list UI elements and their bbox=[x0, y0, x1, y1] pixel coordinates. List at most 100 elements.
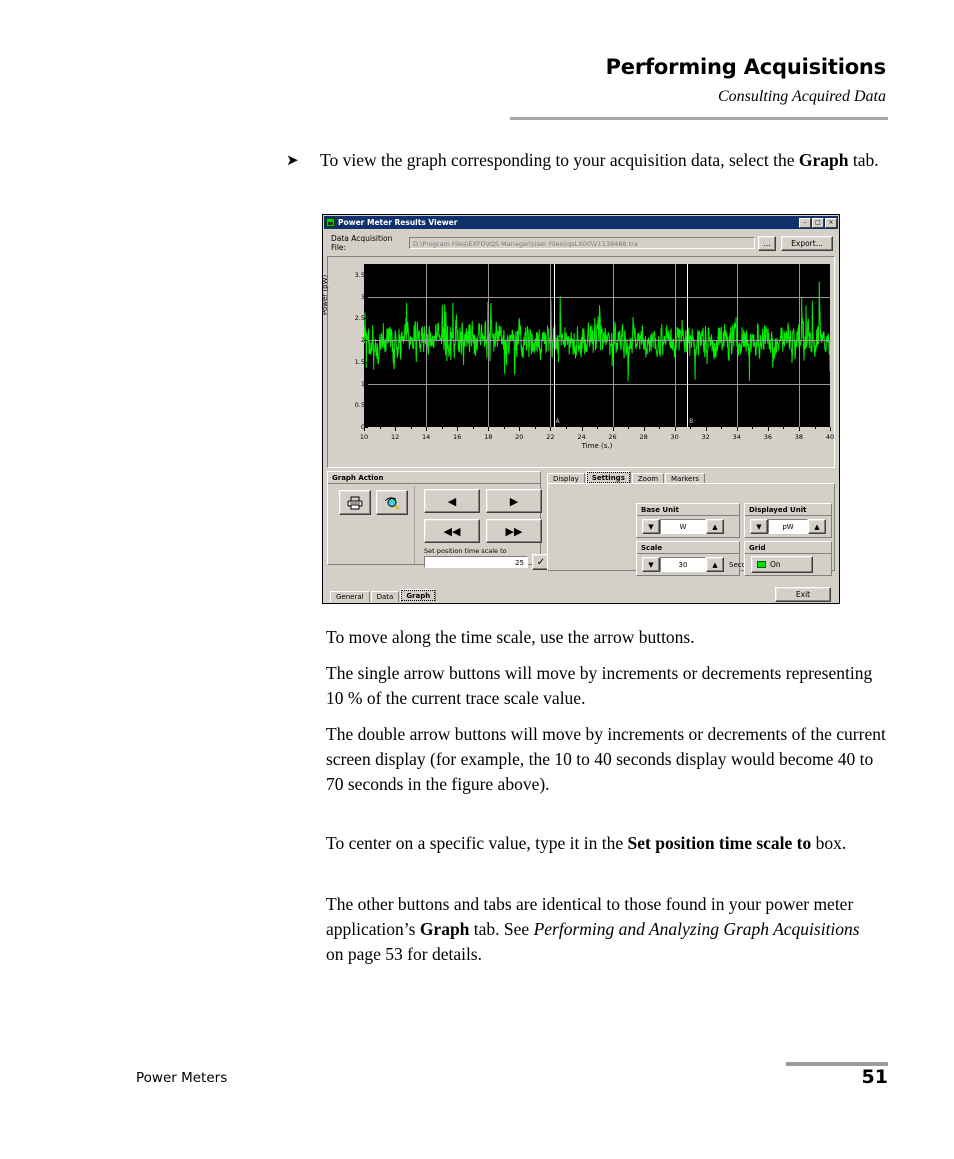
x-axis-tick-label: 28 bbox=[639, 433, 648, 441]
grid-line-vertical bbox=[736, 264, 738, 427]
grid-line-vertical bbox=[426, 264, 428, 427]
scale-spinner: ▼ 30 ▲ Seconds bbox=[642, 557, 758, 572]
step-right-button[interactable]: ▶ bbox=[486, 489, 542, 513]
page-subtitle: Consulting Acquired Data bbox=[718, 88, 886, 105]
step-left-button[interactable]: ◀ bbox=[424, 489, 480, 513]
maximize-button[interactable]: □ bbox=[812, 217, 824, 228]
x-axis-tick-mark bbox=[457, 427, 459, 431]
x-axis-tick-mark bbox=[674, 427, 676, 431]
grid-line-vertical bbox=[674, 264, 676, 427]
displayed-unit-up-button[interactable]: ▲ bbox=[808, 519, 826, 534]
marker-label-b: B bbox=[689, 418, 694, 425]
x-axis-tick-label: 22 bbox=[546, 433, 555, 441]
displayed-unit-value[interactable]: pW bbox=[768, 519, 808, 534]
bottom-tabstrip: General Data Graph bbox=[330, 589, 437, 602]
x-axis-label: Time (s.) bbox=[581, 442, 613, 450]
settings-tab-panel: Base Unit ▼ W ▲ Displayed Unit ▼ pW ▲ Sc… bbox=[547, 483, 835, 576]
page-right-button[interactable]: ▶▶ bbox=[486, 519, 542, 543]
marker-line-a[interactable] bbox=[553, 264, 555, 427]
p5-text-c: on page 53 for details. bbox=[326, 944, 482, 964]
page-header: Performing Acquisitions Consulting Acqui… bbox=[0, 0, 954, 125]
y-axis-tick-mark bbox=[364, 405, 368, 407]
scale-down-button[interactable]: ▼ bbox=[642, 557, 660, 572]
x-axis-tick-mark-minor bbox=[472, 427, 474, 429]
file-path-field[interactable]: D:\Program Files\EXFO\IQS Manager\User F… bbox=[409, 237, 755, 249]
x-axis-tick-mark bbox=[798, 427, 800, 431]
x-axis-tick-mark bbox=[736, 427, 738, 431]
x-axis-tick-mark-minor bbox=[503, 427, 505, 429]
x-axis-tick-mark-minor bbox=[565, 427, 567, 429]
x-axis-tick-label: 18 bbox=[484, 433, 493, 441]
grid-line-vertical bbox=[798, 264, 800, 427]
power-meter-results-viewer-window[interactable]: Power Meter Results Viewer – □ × Data Ac… bbox=[321, 214, 840, 604]
minimize-button[interactable]: – bbox=[799, 217, 811, 228]
x-axis-tick-mark-minor bbox=[659, 427, 661, 429]
grid-title: Grid bbox=[745, 542, 831, 554]
x-axis-tick-mark-minor bbox=[534, 427, 536, 429]
x-axis-tick-mark bbox=[581, 427, 583, 431]
app-icon bbox=[326, 218, 335, 227]
x-axis-tick-mark-minor bbox=[441, 427, 443, 429]
x-axis-tick-label: 12 bbox=[390, 433, 400, 441]
x-axis-tick-mark bbox=[612, 427, 614, 431]
x-axis-tick-mark-minor bbox=[752, 427, 754, 429]
y-axis-tick-mark bbox=[364, 340, 368, 342]
paragraph-1: To move along the time scale, use the ar… bbox=[326, 627, 695, 647]
zoom-region-button[interactable] bbox=[376, 490, 408, 515]
file-label: Data Acquisition File: bbox=[331, 234, 393, 252]
set-position-input[interactable]: 25 bbox=[424, 556, 528, 568]
y-axis-tick-label: 1 bbox=[360, 379, 365, 388]
graph-action-separator bbox=[414, 486, 415, 564]
x-axis-tick-label: 26 bbox=[608, 433, 617, 441]
grid-line-horizontal bbox=[364, 340, 830, 342]
base-unit-value[interactable]: W bbox=[660, 519, 706, 534]
x-axis-tick-mark bbox=[519, 427, 521, 431]
intro-bold: Graph bbox=[798, 150, 849, 170]
marker-line-b[interactable] bbox=[687, 264, 689, 427]
set-position-label: Set position time scale to bbox=[424, 547, 507, 555]
x-axis-tick-label: 16 bbox=[453, 433, 462, 441]
p5-italic-reference: Performing and Analyzing Graph Acquisiti… bbox=[533, 919, 860, 939]
x-axis-tick-mark-minor bbox=[597, 427, 598, 429]
browse-button[interactable]: ... bbox=[758, 235, 776, 251]
scale-up-button[interactable]: ▲ bbox=[706, 557, 724, 572]
power-trace bbox=[364, 281, 830, 382]
y-axis-tick-label: 0.5 bbox=[354, 401, 365, 410]
y-axis-tick-label: 0 bbox=[360, 423, 365, 431]
base-unit-up-button[interactable]: ▲ bbox=[706, 519, 724, 534]
print-button[interactable] bbox=[339, 490, 371, 515]
displayed-unit-group: Displayed Unit ▼ pW ▲ bbox=[744, 503, 832, 538]
base-unit-title: Base Unit bbox=[637, 504, 739, 516]
y-axis-tick-mark bbox=[364, 427, 368, 428]
bottom-tab-data[interactable]: Data bbox=[370, 591, 400, 602]
paragraph-3: The double arrow buttons will move by in… bbox=[326, 724, 886, 794]
x-axis-tick-mark-minor bbox=[410, 427, 412, 429]
bottom-tab-general[interactable]: General bbox=[330, 591, 370, 602]
base-unit-spinner: ▼ W ▲ bbox=[642, 519, 724, 534]
footer-label: Power Meters bbox=[136, 1070, 228, 1086]
p5-bold: Graph bbox=[419, 919, 470, 939]
page-left-button[interactable]: ◀◀ bbox=[424, 519, 480, 543]
y-axis-tick-mark bbox=[364, 318, 368, 320]
x-axis-tick-label: 38 bbox=[794, 433, 804, 441]
base-unit-down-button[interactable]: ▼ bbox=[642, 519, 660, 534]
grid-toggle-button[interactable]: On bbox=[751, 556, 813, 573]
plot-area[interactable]: AB bbox=[364, 264, 830, 427]
printer-icon bbox=[347, 496, 363, 509]
y-axis-tick-mark bbox=[364, 383, 368, 385]
exit-button[interactable]: Exit bbox=[775, 587, 831, 602]
grid-line-vertical bbox=[550, 264, 552, 427]
close-button[interactable]: × bbox=[825, 217, 837, 228]
y-axis-label: Power (pW) bbox=[321, 274, 329, 315]
p4-bold: Set position time scale to bbox=[627, 833, 812, 853]
grid-group: Grid On bbox=[744, 541, 832, 576]
page-title: Performing Acquisitions bbox=[605, 55, 887, 79]
export-button[interactable]: Export... bbox=[781, 235, 833, 251]
displayed-unit-down-button[interactable]: ▼ bbox=[750, 519, 768, 534]
displayed-unit-spinner: ▼ pW ▲ bbox=[750, 519, 826, 534]
scale-value[interactable]: 30 bbox=[660, 557, 706, 572]
x-axis-tick-label: 20 bbox=[515, 433, 524, 441]
x-axis-tick-label: 24 bbox=[577, 433, 586, 441]
x-axis-tick-mark bbox=[767, 427, 769, 431]
bottom-tab-graph[interactable]: Graph bbox=[400, 589, 437, 602]
